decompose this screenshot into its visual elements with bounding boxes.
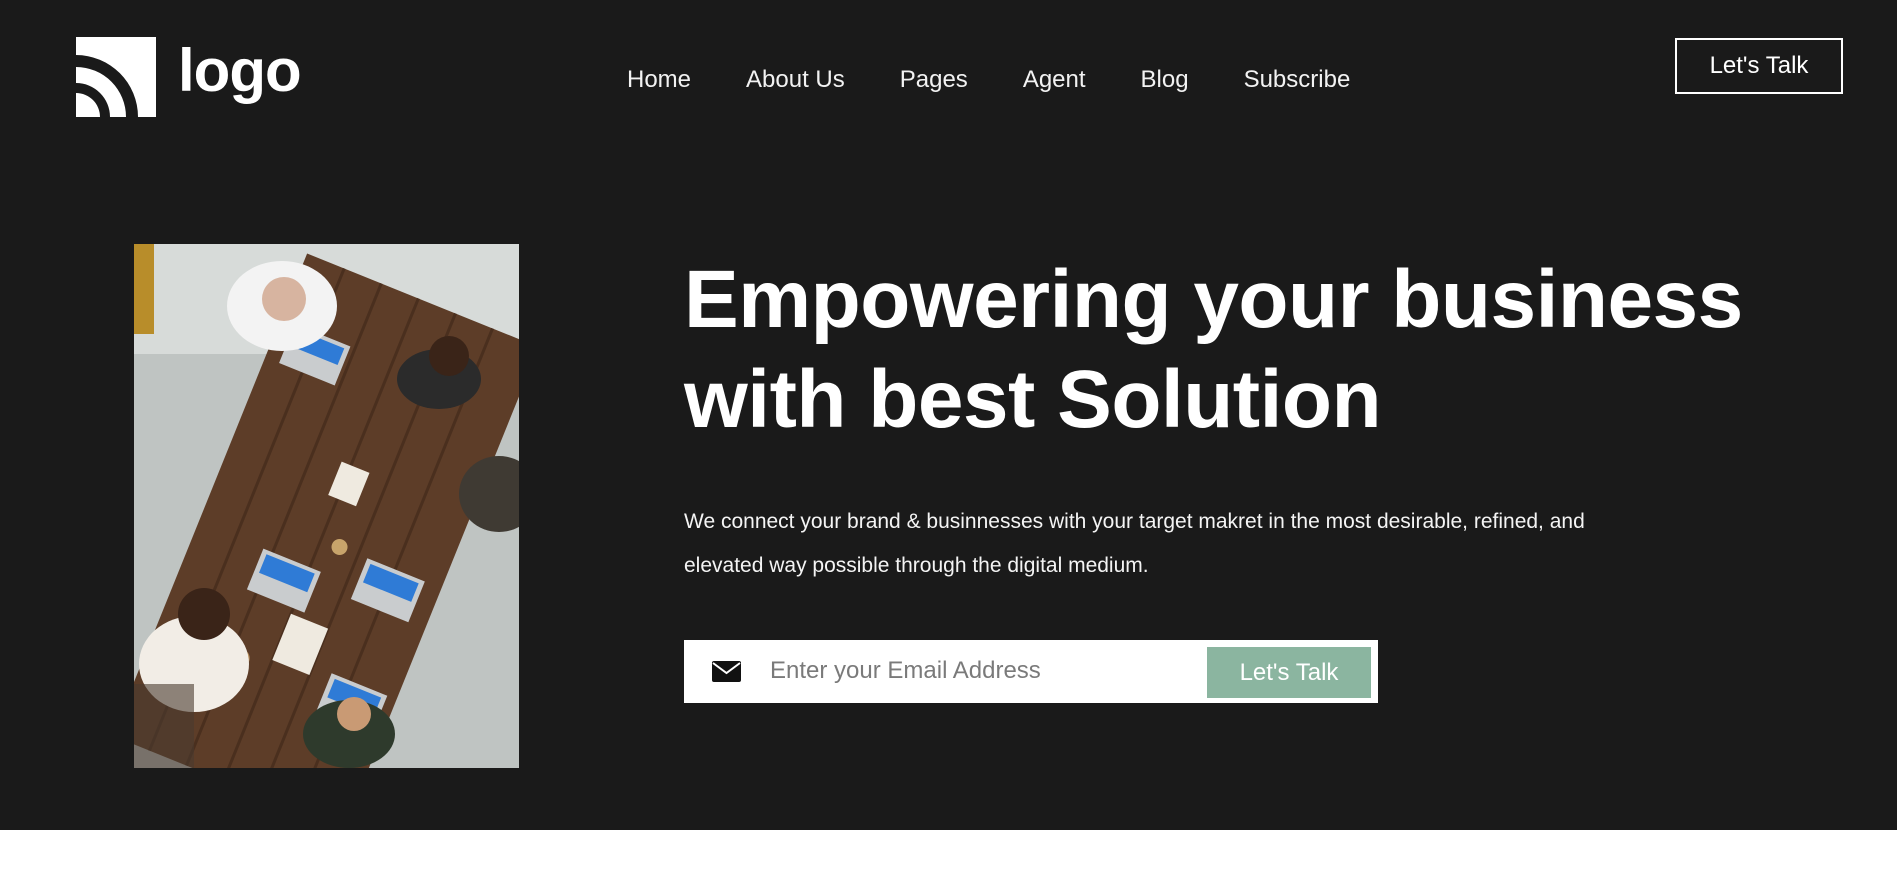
hero-headline: Empowering your business with best Solut…	[684, 250, 1784, 450]
hero-description: We connect your brand & businnesses with…	[684, 500, 1664, 588]
nav-subscribe[interactable]: Subscribe	[1244, 64, 1351, 96]
logo-text: logo	[178, 37, 302, 104]
description-line-1: We connect your brand & businnesses with…	[684, 510, 1585, 533]
main-nav: Home About Us Pages Agent Blog Subscribe	[627, 64, 1350, 96]
nav-blog[interactable]: Blog	[1141, 64, 1189, 96]
envelope-icon	[712, 661, 741, 682]
nav-home[interactable]: Home	[627, 64, 691, 96]
description-line-2: elevated way possible through the digita…	[684, 554, 1149, 577]
nav-agent[interactable]: Agent	[1023, 64, 1086, 96]
email-input[interactable]	[770, 648, 1170, 694]
header-lets-talk-button[interactable]: Let's Talk	[1675, 38, 1843, 94]
hero-photo	[134, 244, 519, 768]
nav-pages[interactable]: Pages	[900, 64, 968, 96]
logo[interactable]: logo	[76, 37, 302, 117]
team-meeting-image	[134, 244, 519, 768]
headline-line-1: Empowering your business	[684, 254, 1743, 345]
logo-mark-icon	[76, 37, 156, 117]
nav-about-us[interactable]: About Us	[746, 64, 845, 96]
headline-line-2: with best Solution	[684, 354, 1382, 445]
email-subscribe-form: Let's Talk	[684, 640, 1378, 703]
hero-section: logo Home About Us Pages Agent Blog Subs…	[0, 0, 1897, 830]
submit-lets-talk-button[interactable]: Let's Talk	[1207, 647, 1371, 698]
